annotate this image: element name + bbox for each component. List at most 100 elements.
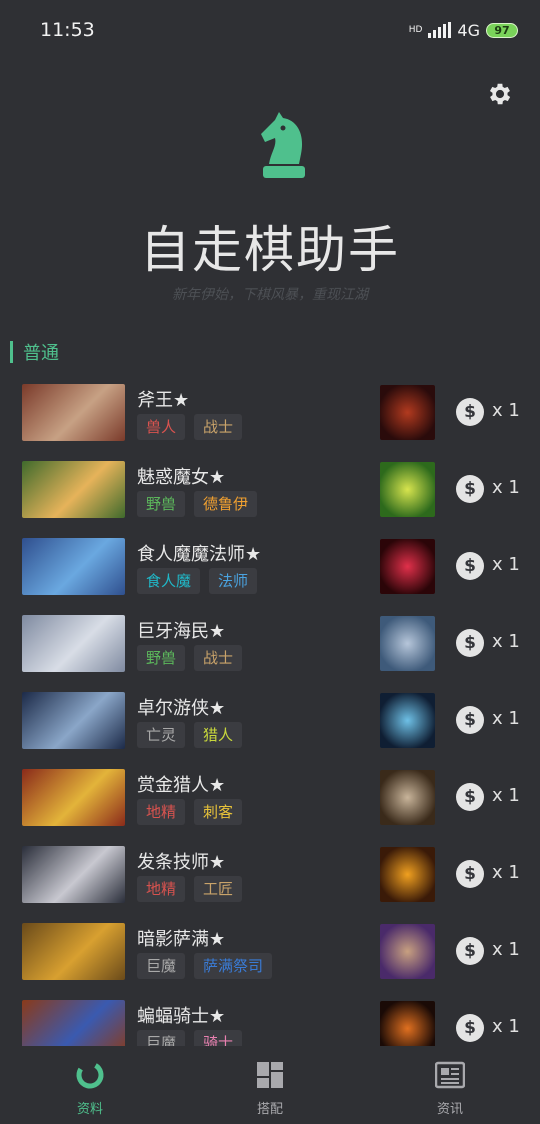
hero-cost: x 1 [492,631,520,652]
hero-portrait [22,538,125,595]
coin-icon: $ [456,1014,484,1042]
hero-tags: 地精 刺客 [137,799,243,825]
hero-tag: 战士 [194,645,243,671]
nav-label: 搭配 [256,1102,283,1117]
hero-tags: 巨魔 骑士 [137,1030,243,1046]
hero-list[interactable]: 斧王★ 兽人 战士 $ x 1 魅惑魔女★ 野兽 德鲁伊 $ x 1 食人魔魔法师★ 食人魔 法师 $ x … [0,378,540,1046]
hero-tag: 巨魔 [137,1030,186,1046]
coin-icon: $ [456,783,484,811]
battery-icon: 97 [486,22,518,38]
hero-cost: x 1 [492,554,520,575]
hero-cost: x 1 [492,708,520,729]
coin-icon: $ [456,475,484,503]
layout-grid-icon [255,1060,285,1090]
hero-cost: x 1 [492,1016,520,1037]
hero-tags: 地精 工匠 [137,876,243,902]
hero-name: 蝙蝠骑士★ [137,1006,226,1027]
skill-icon[interactable] [380,924,435,979]
battery-level: 97 [494,23,510,37]
skill-icon[interactable] [380,616,435,671]
hero-row[interactable]: 暗影萨满★ 巨魔 萨满祭司 $ x 1 [0,917,540,994]
refresh-ring-icon [75,1060,105,1090]
gear-icon[interactable] [486,80,514,108]
newspaper-icon [434,1060,466,1090]
hero-tag: 野兽 [137,491,186,517]
coin-icon: $ [456,937,484,965]
hero-row[interactable]: 蝙蝠骑士★ 巨魔 骑士 $ x 1 [0,994,540,1046]
hero-tags: 食人魔 法师 [137,568,258,594]
skill-icon[interactable] [380,462,435,517]
nav-item[interactable]: 资料 [0,1046,180,1124]
hero-portrait [22,615,125,672]
hero-row[interactable]: 魅惑魔女★ 野兽 德鲁伊 $ x 1 [0,455,540,532]
skill-icon[interactable] [380,1001,435,1046]
hero-row[interactable]: 赏金猎人★ 地精 刺客 $ x 1 [0,763,540,840]
hero-name: 卓尔游侠★ [137,698,226,719]
coin-icon: $ [456,398,484,426]
hero-name: 食人魔魔法师★ [137,544,262,565]
nav-label: 资料 [76,1102,103,1117]
bottom-nav: 资料 搭配 资讯 [0,1046,540,1124]
status-time: 11:53 [40,19,95,41]
hero-cost: x 1 [492,477,520,498]
skill-icon[interactable] [380,385,435,440]
coin-icon: $ [456,706,484,734]
network-type: 4G [457,20,480,40]
hero-tag: 德鲁伊 [194,491,258,517]
hero-row[interactable]: 卓尔游侠★ 亡灵 猎人 $ x 1 [0,686,540,763]
hero-tag: 战士 [194,414,243,440]
section-indicator [10,341,13,363]
hero-tag: 刺客 [194,799,243,825]
hero-row[interactable]: 食人魔魔法师★ 食人魔 法师 $ x 1 [0,532,540,609]
hero-tag: 野兽 [137,645,186,671]
hero-tag: 猎人 [194,722,243,748]
hero-name: 暗影萨满★ [137,929,226,950]
hero-row[interactable]: 巨牙海民★ 野兽 战士 $ x 1 [0,609,540,686]
hero-tag: 萨满祭司 [194,953,273,979]
hero-name: 巨牙海民★ [137,621,226,642]
app-title: 自走棋助手 [140,221,400,279]
skill-icon[interactable] [380,770,435,825]
hero-cost: x 1 [492,862,520,883]
hero-cost: x 1 [492,400,520,421]
nav-item[interactable]: 搭配 [180,1046,360,1124]
skill-icon[interactable] [380,847,435,902]
hero-name: 魅惑魔女★ [137,467,226,488]
hero-portrait [22,692,125,749]
hero-tags: 亡灵 猎人 [137,722,243,748]
hero-tag: 巨魔 [137,953,186,979]
coin-icon: $ [456,552,484,580]
hero-tags: 野兽 战士 [137,645,243,671]
app-subtitle: 新年伊始，下棋风暴，重现江湖 [172,287,368,303]
status-bar: 11:53 HD 4G 97 [0,0,540,60]
hero-name: 赏金猎人★ [137,775,226,796]
hero-tag: 亡灵 [137,722,186,748]
hero-portrait [22,846,125,903]
status-indicators: HD 4G 97 [409,21,518,40]
hero-tags: 巨魔 萨满祭司 [137,953,273,979]
coin-icon: $ [456,860,484,888]
hero-tag: 兽人 [137,414,186,440]
hero-name: 发条技师★ [137,852,226,873]
chess-knight-icon [255,108,311,180]
hero-tags: 野兽 德鲁伊 [137,491,258,517]
hero-cost: x 1 [492,939,520,960]
skill-icon[interactable] [380,693,435,748]
hero-tag: 骑士 [194,1030,243,1046]
hero-tag: 法师 [209,568,258,594]
signal-icon [428,22,452,38]
section-title: 普通 [23,343,59,364]
hd-indicator: HD [408,25,423,35]
hero-portrait [22,923,125,980]
skill-icon[interactable] [380,539,435,594]
hero-tag: 地精 [137,876,186,902]
hero-name: 斧王★ [137,390,190,411]
hero-row[interactable]: 发条技师★ 地精 工匠 $ x 1 [0,840,540,917]
hero-tags: 兽人 战士 [137,414,243,440]
hero-tag: 食人魔 [137,568,201,594]
nav-item[interactable]: 资讯 [360,1046,540,1124]
hero-row[interactable]: 斧王★ 兽人 战士 $ x 1 [0,378,540,455]
nav-label: 资讯 [436,1102,463,1117]
hero-portrait [22,461,125,518]
hero-tag: 地精 [137,799,186,825]
